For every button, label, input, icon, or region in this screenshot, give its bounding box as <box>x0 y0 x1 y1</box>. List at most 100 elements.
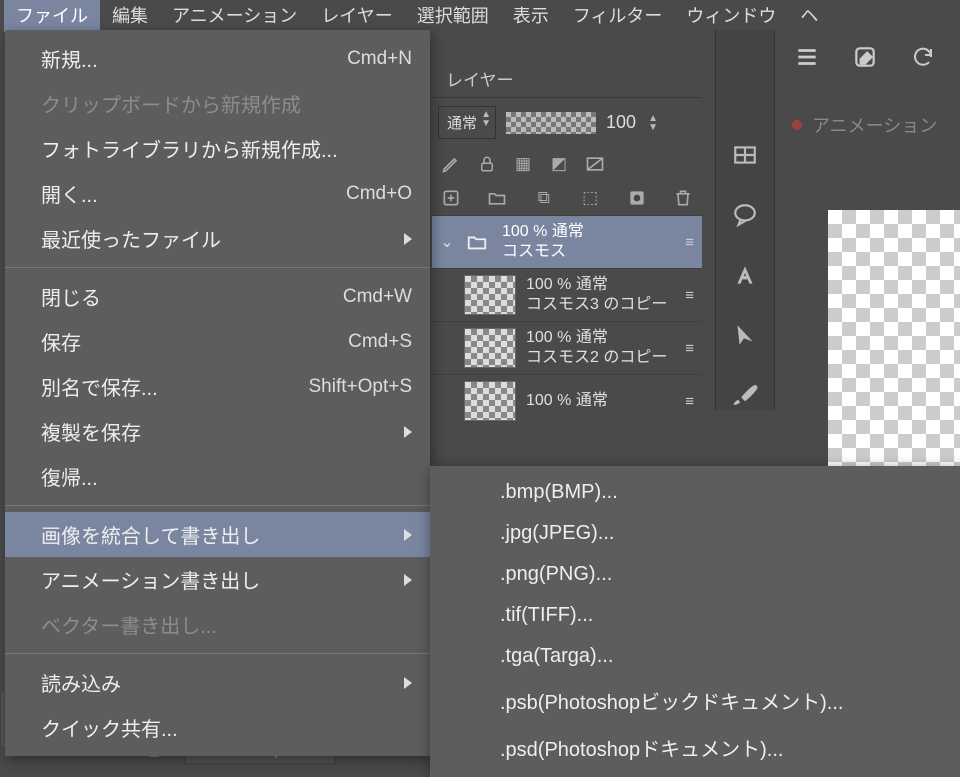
menu-item-label: 開く... <box>41 179 98 208</box>
brush-tool-icon[interactable] <box>730 380 760 410</box>
menu-separator <box>5 505 430 506</box>
chevron-right-icon <box>404 233 412 245</box>
layer-list: ⌄100 % 通常コスモス≡100 % 通常コスモス3 のコピー≡100 % 通… <box>432 215 702 427</box>
layer-options-icon[interactable]: ≡ <box>685 234 694 251</box>
menu-item-label: クイック共有... <box>41 713 178 742</box>
perspective-tool-icon[interactable] <box>730 140 760 170</box>
submenu-item[interactable]: .tif(TIFF)... <box>430 595 960 636</box>
pen-lock-icon[interactable] <box>440 153 462 175</box>
blend-mode-value: 通常 <box>447 115 477 132</box>
layer-options-icon[interactable]: ≡ <box>685 393 694 410</box>
file-menu-dropdown: 新規...Cmd+N クリップボードから新規作成フォトライブラリから新規作成...… <box>5 30 430 756</box>
menu-item-label: フォトライブラリから新規作成... <box>41 134 338 163</box>
menu-item[interactable]: アニメーション書き出し <box>5 557 430 602</box>
speech-bubble-icon[interactable] <box>730 200 760 230</box>
stepper-icon[interactable]: ▲▼ <box>648 114 658 132</box>
titlebar-icons <box>792 42 938 72</box>
chevron-right-icon <box>404 529 412 541</box>
menu-item: クリップボードから新規作成 <box>5 81 430 126</box>
menu-item-label: 画像を統合して書き出し <box>41 520 260 549</box>
menu-item-shortcut: Cmd+W <box>343 286 412 308</box>
opacity-preview[interactable] <box>506 112 596 134</box>
menu-item-label: アニメーション書き出し <box>41 565 260 594</box>
menu-item[interactable]: 別名で保存...Shift+Opt+S <box>5 364 430 409</box>
menu-item[interactable]: 最近使ったファイル <box>5 216 430 261</box>
menu-animation[interactable]: アニメーション <box>160 0 309 32</box>
menu-separator <box>5 267 430 268</box>
menu-item[interactable]: 新規...Cmd+N <box>5 36 430 81</box>
menu-file[interactable]: ファイル <box>4 0 100 32</box>
stepper-icon: ▲▼ <box>481 110 491 128</box>
menu-help[interactable]: ヘ <box>788 0 830 32</box>
trash-icon[interactable] <box>672 187 694 209</box>
blend-mode-select[interactable]: 通常 ▲▼ <box>438 106 496 139</box>
layer-thumbnail <box>464 328 516 368</box>
opacity-value[interactable]: 100 <box>606 112 636 133</box>
record-dot-icon <box>792 120 802 130</box>
animation-tab-label: アニメーション <box>812 112 937 138</box>
submenu-item[interactable]: .bmp(BMP)... <box>430 472 960 513</box>
menu-filter[interactable]: フィルター <box>561 0 675 32</box>
folder-icon <box>464 231 492 253</box>
alpha-lock-icon[interactable]: ▦ <box>512 153 534 175</box>
layer-thumbnail <box>464 275 516 315</box>
reference-icon[interactable]: ◩ <box>548 153 570 175</box>
submenu-item[interactable]: .psb(Photoshopビックドキュメント)... <box>430 677 960 724</box>
submenu-item[interactable]: .psd(Photoshopドキュメント)... <box>430 724 960 771</box>
animation-tab[interactable]: アニメーション <box>792 112 937 138</box>
refresh-icon[interactable] <box>908 42 938 72</box>
duplicate-icon[interactable]: ⧉ <box>533 187 555 209</box>
menu-item-label: クリップボードから新規作成 <box>41 89 301 118</box>
menu-item[interactable]: フォトライブラリから新規作成... <box>5 126 430 171</box>
merge-icon[interactable]: ⬚ <box>579 187 601 209</box>
chevron-right-icon <box>404 574 412 586</box>
layer-opacity-mode: 100 % 通常 <box>526 275 675 295</box>
menu-edit[interactable]: 編集 <box>100 0 160 32</box>
menu-item[interactable]: 閉じる Cmd+W <box>5 274 430 319</box>
menu-item: ベクター書き出し... <box>5 602 430 647</box>
submenu-item[interactable]: .tga(Targa)... <box>430 636 960 677</box>
menu-item-label: 閉じる <box>41 282 101 311</box>
menu-layer[interactable]: レイヤー <box>309 0 404 32</box>
menu-item[interactable]: 読み込み <box>5 660 430 705</box>
layer-row[interactable]: 100 % 通常≡ <box>432 374 702 427</box>
arrow-tool-icon[interactable] <box>730 320 760 350</box>
submenu-item[interactable]: .png(PNG)... <box>430 554 960 595</box>
menu-item[interactable]: 複製を保存 <box>5 409 430 454</box>
menubar: ファイル 編集 アニメーション レイヤー 選択範囲 表示 フィルター ウィンドウ… <box>0 0 960 30</box>
layer-folder-row[interactable]: ⌄100 % 通常コスモス≡ <box>432 215 702 268</box>
mask-icon[interactable] <box>626 187 648 209</box>
edit-icon[interactable] <box>850 42 880 72</box>
menu-item[interactable]: 画像を統合して書き出し <box>5 512 430 557</box>
chevron-down-icon[interactable]: ⌄ <box>440 232 454 252</box>
export-submenu: .bmp(BMP)....jpg(JPEG)....png(PNG)....ti… <box>430 466 960 777</box>
menu-item-label: 最近使ったファイル <box>41 224 221 253</box>
menu-item-shortcut: Cmd+S <box>348 331 412 353</box>
submenu-item[interactable]: .jpg(JPEG)... <box>430 513 960 554</box>
menu-view[interactable]: 表示 <box>501 0 561 32</box>
menu-item[interactable]: 保存Cmd+S <box>5 319 430 364</box>
chevron-right-icon <box>404 677 412 689</box>
menu-item[interactable]: 開く...Cmd+O <box>5 171 430 216</box>
menu-item-label: 新規... <box>41 44 98 73</box>
menu-window[interactable]: ウィンドウ <box>674 0 788 32</box>
layer-row[interactable]: 100 % 通常コスモス2 のコピー≡ <box>432 321 702 374</box>
new-layer-icon[interactable] <box>440 187 462 209</box>
layer-options-icon[interactable]: ≡ <box>685 287 694 304</box>
layer-name: コスモス <box>502 242 675 262</box>
right-toolbar <box>715 30 775 410</box>
lock-icon[interactable] <box>476 153 498 175</box>
menu-select[interactable]: 選択範囲 <box>405 0 501 32</box>
menu-item-label: 複製を保存 <box>41 417 141 446</box>
menu-item-label: 読み込み <box>41 668 121 697</box>
new-folder-icon[interactable] <box>486 187 508 209</box>
layer-thumbnail <box>464 381 516 421</box>
layer-options-icon[interactable]: ≡ <box>685 340 694 357</box>
menu-item[interactable]: クイック共有... <box>5 705 430 750</box>
disable-mask-icon[interactable] <box>584 153 606 175</box>
layers-panel-title[interactable]: レイヤー <box>432 60 702 98</box>
layer-row[interactable]: 100 % 通常コスモス3 のコピー≡ <box>432 268 702 321</box>
text-tool-icon[interactable] <box>730 260 760 290</box>
menu-item[interactable]: 復帰... <box>5 454 430 499</box>
hamburger-icon[interactable] <box>792 42 822 72</box>
